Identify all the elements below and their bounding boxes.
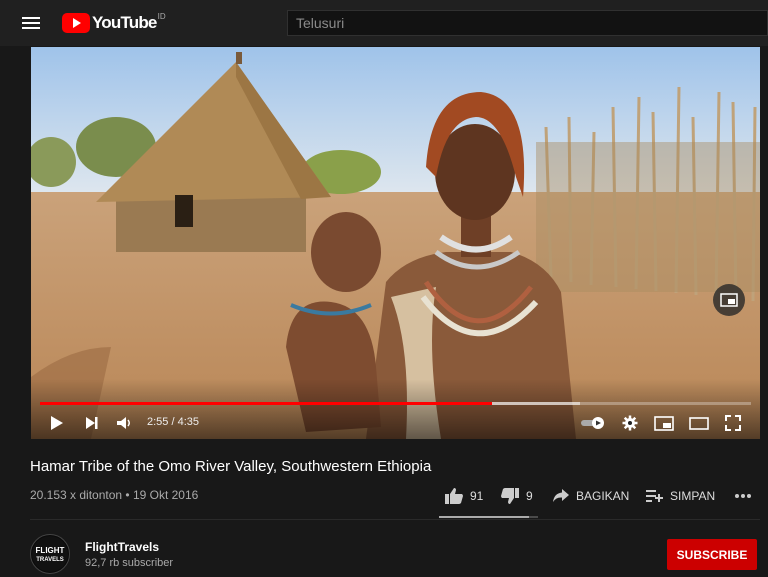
channel-avatar[interactable]: FLIGHT TRAVELS [30,534,70,574]
dislike-count: 9 [526,489,533,503]
avatar-text-travels: TRAVELS [36,557,64,563]
save-button[interactable]: SIMPAN [646,486,715,506]
menu-icon[interactable] [20,12,42,34]
share-button[interactable]: BAGIKAN [552,486,629,506]
volume-button[interactable] [113,412,135,434]
controls-gradient [31,379,760,439]
youtube-logo[interactable]: YouTube ID [62,11,166,33]
logo-text: YouTube [92,13,157,32]
share-icon [553,489,569,502]
play-button[interactable] [46,412,68,434]
search-box [287,10,768,36]
miniplayer-icon [654,415,674,431]
fullscreen-button[interactable] [722,412,744,434]
skip-next-icon [86,417,98,429]
progress-played [40,402,493,405]
volume-icon [117,417,130,429]
top-bar: YouTube ID [0,0,768,46]
channel-name[interactable]: FlightTravels [85,540,159,554]
video-player[interactable]: 2:55 / 4:35 [31,47,760,439]
more-horizontal-icon [735,494,751,498]
avatar-text-flight: FLIGHT [36,546,65,555]
progress-bar[interactable] [40,402,751,405]
video-title: Hamar Tribe of the Omo River Valley, Sou… [30,458,432,475]
like-button[interactable]: 91 [444,486,483,506]
autoplay-toggle[interactable] [578,412,608,434]
save-label: SIMPAN [670,489,716,503]
gear-icon [622,415,638,431]
time-display: 2:55 / 4:35 [147,416,199,428]
divider [30,519,760,520]
youtube-play-icon [62,13,90,33]
theater-mode-icon [689,416,709,430]
share-label: BAGIKAN [576,489,630,503]
like-count: 91 [470,489,484,503]
search-input[interactable] [288,11,767,35]
sentiment-bar [439,516,538,518]
sentiment-bar-fill [439,516,530,518]
fullscreen-icon [725,415,741,431]
play-icon [51,416,63,430]
pip-icon[interactable] [713,284,745,316]
playlist-add-icon [646,490,663,502]
more-actions-button[interactable] [734,486,758,506]
miniplayer-button[interactable] [652,412,676,434]
next-button[interactable] [81,412,103,434]
settings-button[interactable] [619,412,641,434]
dislike-button[interactable]: 9 [500,486,533,506]
view-count-date: 20.153 x ditonton • 19 Okt 2016 [30,488,199,502]
thumbs-up-icon [445,488,463,504]
autoplay-toggle-icon [581,417,604,429]
logo-region: ID [157,11,166,21]
theater-mode-button[interactable] [687,412,711,434]
subscriber-count: 92,7 rb subscriber [85,557,174,569]
subscribe-button[interactable]: SUBSCRIBE [667,539,757,570]
thumbs-down-icon [501,488,519,504]
